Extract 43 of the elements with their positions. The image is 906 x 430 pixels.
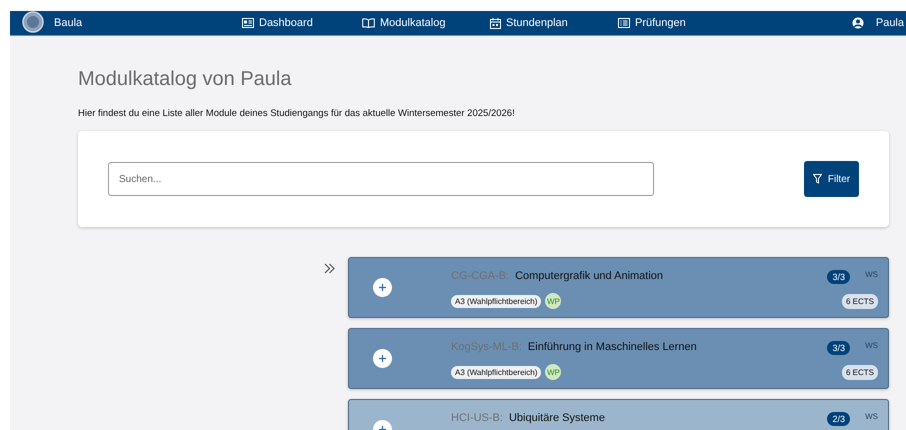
user-name[interactable]: Paula (876, 17, 904, 29)
nav-link[interactable]: Stundenplan (490, 17, 618, 29)
count-badge: 3/3 (827, 270, 850, 284)
filter-icon (812, 174, 822, 184)
list-icon (618, 18, 630, 28)
semester-label: WS (864, 341, 878, 350)
module-card[interactable]: CG-CGA-B: Computergrafik und Animation 3/3 WS A3 (Wahlpflichtbereich) WP 6 ECTS (348, 257, 889, 318)
nav-link[interactable]: Prüfungen (618, 17, 746, 29)
module-code: HCI-US-B: (451, 412, 503, 424)
seal-icon (22, 11, 44, 33)
nav-link[interactable]: Dashboard (242, 17, 362, 29)
book-icon (362, 18, 375, 28)
filter-button[interactable]: Filter (804, 161, 859, 197)
ects-badge: 6 ECTS (842, 364, 878, 380)
ects-badge: 6 ECTS (842, 294, 878, 308)
type-tag: WP (545, 293, 562, 309)
plus-icon (379, 284, 386, 291)
brand-name[interactable]: Baula (54, 17, 82, 29)
page-title: Modulkatalog von Paula (78, 67, 292, 91)
module-code: KogSys-ML-B: (451, 340, 522, 352)
semester-label: WS (864, 412, 878, 421)
module-name: Ubiquitäre Systeme (508, 412, 605, 424)
plus-icon (379, 355, 386, 362)
id-card-icon (242, 18, 254, 28)
module-name: Einführung in Maschinelles Lernen (528, 340, 697, 352)
count-badge: 3/3 (827, 341, 850, 355)
module-code: CG-CGA-B: (451, 270, 510, 282)
area-tag: A3 (Wahlpflichtbereich) (451, 294, 542, 308)
nav-link[interactable]: Modulkatalog (362, 17, 490, 29)
double-chevron-icon[interactable] (324, 263, 335, 274)
calendar-icon (490, 18, 501, 28)
add-button[interactable] (373, 278, 392, 297)
module-card[interactable]: HCI-US-B: Ubiquitäre Systeme 2/3 WS (348, 399, 889, 430)
user-icon[interactable] (852, 17, 864, 29)
search-field[interactable]: Suchen... (108, 162, 654, 196)
add-button[interactable] (373, 349, 392, 368)
module-card[interactable]: KogSys-ML-B: Einführung in Maschinelles Lernen 3/3 WS A3 (Wahlpflichtbereich) WP 6 ECTS (348, 328, 889, 389)
count-badge: 2/3 (827, 412, 850, 426)
page-description: Hier findest du eine Liste aller Module deines Studiengangs für das aktuelle Wintersemester 2025/2026! (78, 108, 516, 119)
area-tag: A3 (Wahlpflichtbereich) (451, 366, 542, 378)
type-tag: WP (545, 364, 562, 380)
semester-label: WS (864, 270, 878, 279)
module-name: Computergrafik und Animation (515, 270, 664, 282)
